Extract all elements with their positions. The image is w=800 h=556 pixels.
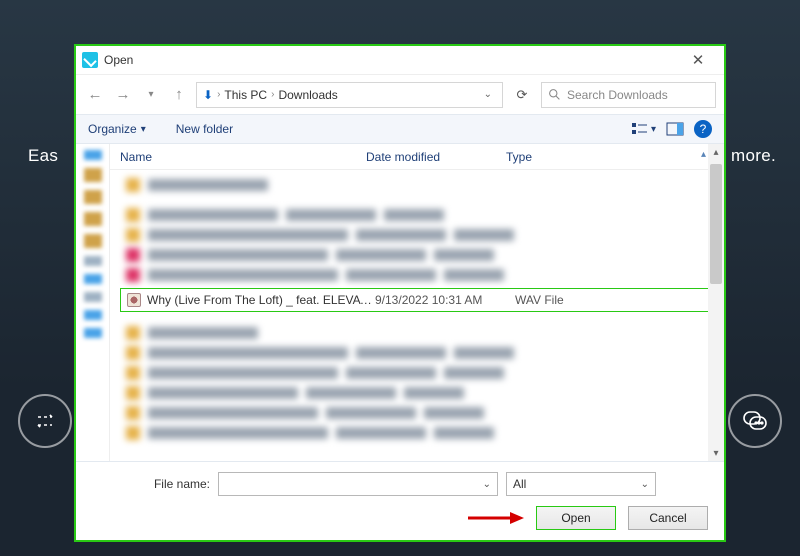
wav-file-icon [127,293,141,307]
cancel-button[interactable]: Cancel [628,506,708,530]
col-date[interactable]: Date modified [356,150,496,164]
pane-icon [666,122,684,136]
bg-text-left: Eas [28,146,58,166]
tree-item[interactable] [84,274,102,284]
table-row[interactable] [126,324,714,342]
crumb-root[interactable]: This PC [224,88,267,102]
file-name: Why (Live From The Loft) _ feat. ELEVATI… [147,293,375,307]
dialog-footer: File name: ⌄ All ⌄ Open Cancel [76,461,724,540]
breadcrumb[interactable]: ⬇ › This PC › Downloads ⌄ [196,82,503,108]
vertical-scrollbar[interactable]: ▴ ▾ [708,144,724,461]
tree-item[interactable] [84,328,102,338]
close-icon[interactable]: ✕ [678,51,718,69]
dialog-title: Open [104,53,133,67]
file-date: 9/13/2022 10:31 AM [375,293,515,307]
table-row[interactable] [126,424,714,442]
table-row[interactable] [126,246,714,264]
scroll-thumb[interactable] [710,164,722,284]
preview-pane-button[interactable] [666,122,684,136]
table-row[interactable] [126,176,714,194]
filename-input[interactable]: ⌄ [218,472,498,496]
col-type-label: Type [506,150,532,164]
scroll-track[interactable] [708,160,724,445]
chevron-down-icon: ▾ [141,124,146,135]
sort-asc-icon: ▴ [701,149,706,160]
selected-file-row[interactable]: Why (Live From The Loft) _ feat. ELEVATI… [120,288,714,312]
file-type-filter[interactable]: All ⌄ [506,472,656,496]
tree-item[interactable] [84,168,102,182]
nav-row: ← → ▾ ↑ ⬇ › This PC › Downloads ⌄ ⟳ Sear… [76,74,724,114]
title-bar: Open ✕ [76,46,724,74]
tree-item[interactable] [84,234,102,248]
view-options-button[interactable]: ▾ [631,122,656,136]
table-row[interactable] [126,266,714,284]
chevron-right-icon: › [217,89,220,100]
view-icon [631,122,649,136]
search-icon [548,88,561,101]
chevron-down-icon[interactable]: ⌄ [641,479,649,490]
tree-item[interactable] [84,292,102,302]
file-rows: Why (Live From The Loft) _ feat. ELEVATI… [110,170,724,461]
open-file-dialog: Open ✕ ← → ▾ ↑ ⬇ › This PC › Downloads ⌄… [76,46,724,540]
col-name[interactable]: Name [110,150,356,164]
filter-value: All [513,477,526,491]
table-row[interactable] [126,226,714,244]
nav-up-icon[interactable]: ↑ [168,84,190,106]
tree-item[interactable] [84,310,102,320]
table-row[interactable] [126,206,714,224]
annotation-arrow-icon [464,510,524,526]
search-placeholder: Search Downloads [567,88,668,102]
crumb-dropdown-icon[interactable]: ⌄ [480,89,496,100]
bg-text-right: more. [731,146,776,166]
refresh-icon[interactable]: ⟳ [509,82,535,108]
column-headers: Name Date modified Type ▴ [110,144,724,170]
toolbar: Organize ▾ New folder ▾ ? [76,114,724,144]
tree-item[interactable] [84,256,102,266]
tree-item[interactable] [84,150,102,160]
organize-label: Organize [88,122,137,136]
bg-chat-icon[interactable] [728,394,782,448]
chevron-down-icon[interactable]: ⌄ [483,479,491,490]
chevron-down-icon[interactable]: ▾ [140,84,162,106]
bg-swap-icon[interactable] [18,394,72,448]
scroll-up-icon[interactable]: ▴ [708,144,724,160]
file-area: Name Date modified Type ▴ Why (Live From… [76,144,724,461]
table-row[interactable] [126,344,714,362]
folder-tree[interactable] [76,144,110,461]
crumb-folder[interactable]: Downloads [278,88,337,102]
organize-menu[interactable]: Organize ▾ [88,122,146,136]
nav-back-icon[interactable]: ← [84,84,106,106]
scroll-down-icon[interactable]: ▾ [708,445,724,461]
open-button[interactable]: Open [536,506,616,530]
app-icon [82,52,98,68]
table-row[interactable] [126,384,714,402]
new-folder-button[interactable]: New folder [176,122,233,136]
downloads-icon: ⬇ [203,88,213,102]
chevron-down-icon: ▾ [651,124,656,135]
col-type[interactable]: Type ▴ [496,150,724,164]
file-type: WAV File [515,293,564,307]
tree-item[interactable] [84,190,102,204]
search-input[interactable]: Search Downloads [541,82,716,108]
filename-label: File name: [90,477,210,491]
chevron-right-icon: › [271,89,274,100]
table-row[interactable] [126,404,714,422]
file-list: Name Date modified Type ▴ Why (Live From… [110,144,724,461]
nav-forward-icon[interactable]: → [112,84,134,106]
help-icon[interactable]: ? [694,120,712,138]
tree-item[interactable] [84,212,102,226]
table-row[interactable] [126,364,714,382]
